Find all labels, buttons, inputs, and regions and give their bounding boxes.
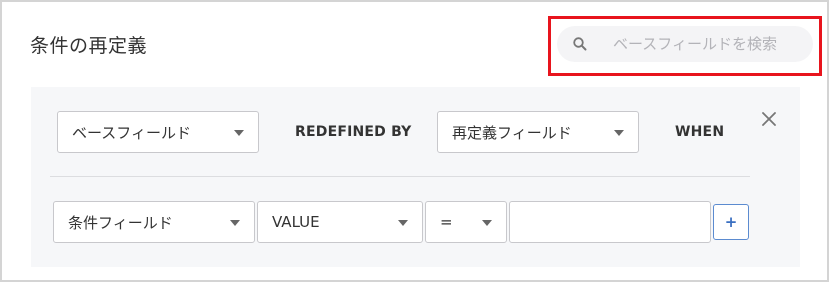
- close-icon[interactable]: [760, 110, 778, 128]
- value-type-select[interactable]: VALUE: [257, 201, 423, 243]
- operator-select-value: =: [440, 213, 453, 231]
- base-field-select[interactable]: ベースフィールド: [57, 111, 259, 153]
- condition-field-select-value: 条件フィールド: [68, 213, 173, 232]
- redefine-field-select-value: 再定義フィールド: [452, 123, 572, 142]
- chevron-down-icon: [482, 220, 492, 226]
- condition-value-input[interactable]: [509, 201, 711, 243]
- condition-field-select[interactable]: 条件フィールド: [53, 201, 255, 243]
- page-title: 条件の再定義: [30, 35, 148, 57]
- dialog-frame: 条件の再定義 ベースフィールド REDEFINED BY 再定義フィールド WH…: [0, 0, 829, 282]
- chevron-down-icon: [614, 130, 624, 136]
- chevron-down-icon: [398, 220, 408, 226]
- search-icon: [573, 37, 587, 51]
- add-condition-button[interactable]: +: [713, 204, 749, 240]
- value-type-select-value: VALUE: [272, 213, 320, 231]
- operator-select[interactable]: =: [425, 201, 507, 243]
- when-label: WHEN: [675, 124, 725, 140]
- redefined-by-label: REDEFINED BY: [295, 124, 412, 140]
- search-input[interactable]: [613, 26, 803, 62]
- base-field-select-value: ベースフィールド: [72, 123, 191, 142]
- redefine-field-select[interactable]: 再定義フィールド: [437, 111, 639, 153]
- chevron-down-icon: [230, 220, 240, 226]
- chevron-down-icon: [234, 130, 244, 136]
- row-divider: [50, 176, 750, 177]
- search-box[interactable]: [557, 26, 813, 62]
